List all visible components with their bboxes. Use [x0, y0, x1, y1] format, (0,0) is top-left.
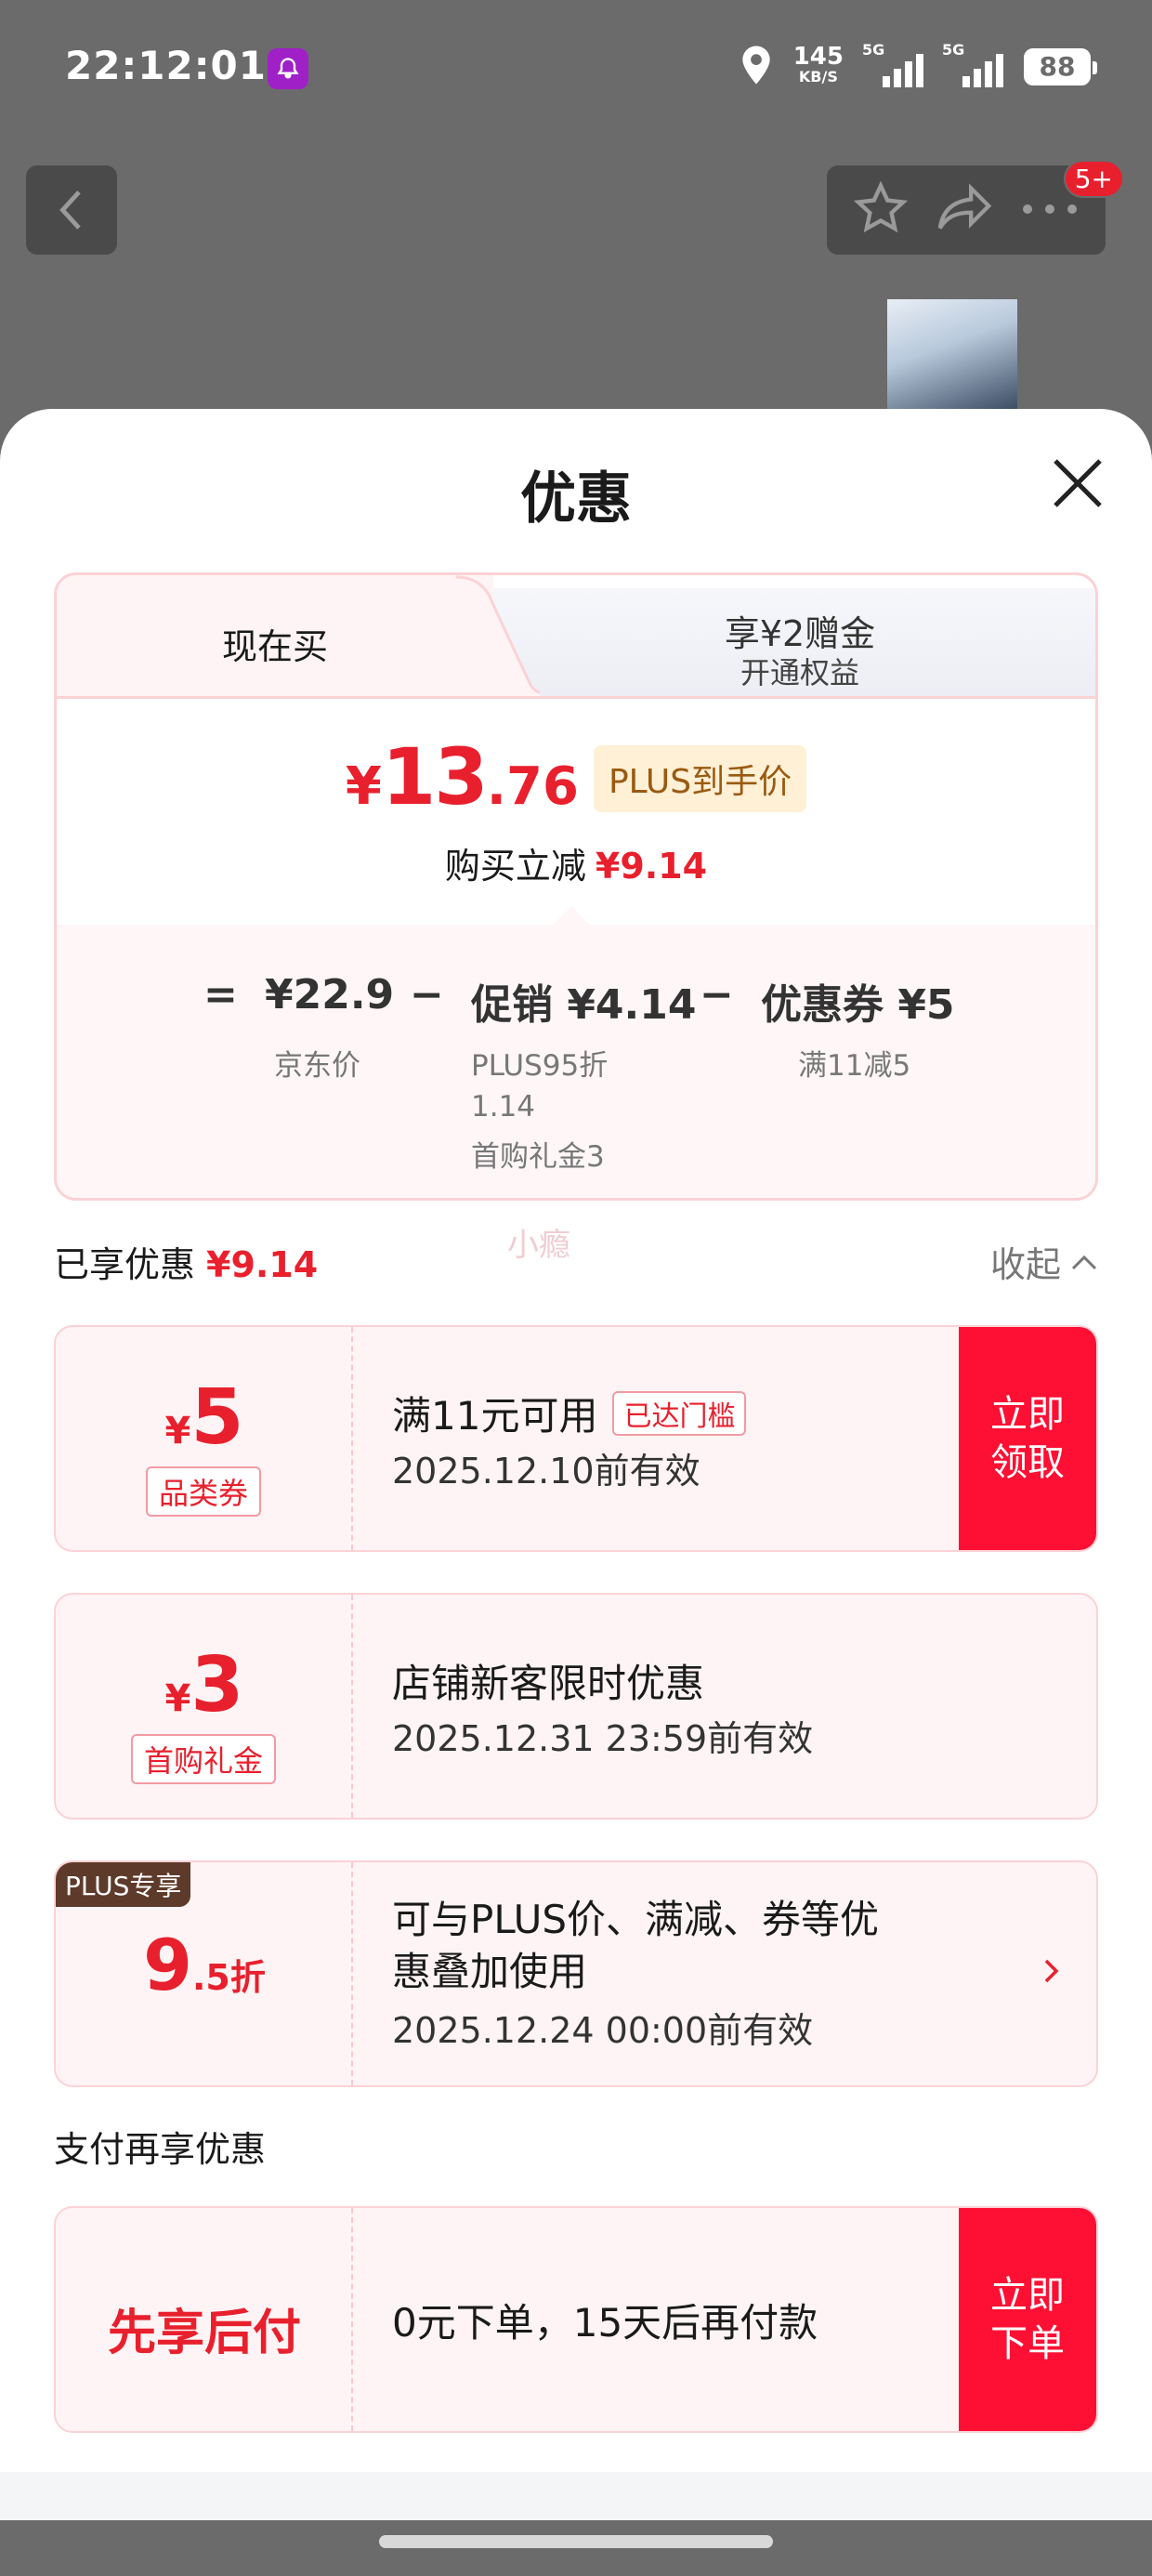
home-indicator[interactable] — [379, 2535, 773, 2548]
sheet-footer — [0, 2472, 1152, 2520]
plus-price-tag: PLUS到手价 — [593, 745, 807, 812]
system-nav-bar — [0, 2520, 1152, 2576]
close-icon — [1054, 459, 1102, 507]
pay-later-card: 先享后付 0元下单，15天后再付款 立即 下单 — [54, 2206, 1098, 2433]
jd-price: ¥22.9 — [265, 971, 395, 1019]
discount-sheet: 优惠 享¥2赠金 开通权益 现在买 ¥ 13 .76 PLUS到手价 购买立减 ¥… — [0, 409, 1152, 2576]
watermark: 小瘾 — [507, 1227, 570, 1264]
pay-later-desc: 0元下单，15天后再付款 — [392, 2300, 818, 2346]
final-price: ¥ 13 .76 PLUS到手价 — [57, 731, 1095, 823]
gift-validity: 2025.12.31 23:59前有效 — [392, 1718, 814, 1759]
chevron-up-icon — [1071, 1255, 1097, 1269]
price-card: 享¥2赠金 开通权益 现在买 ¥ 13 .76 PLUS到手价 购买立减 ¥9.1… — [54, 572, 1098, 1201]
promo-amount: 促销 ¥4.14 — [471, 981, 697, 1029]
plus-discount-card[interactable]: PLUS专享 9.5折 可与PLUS价、满减、券等优 惠叠加使用 2025.12.… — [54, 1860, 1098, 2087]
status-bar: 22:12:01 145 KB/S 5G 5G 88 — [0, 0, 1152, 139]
signal-5g-icon-2: 5G — [942, 41, 1003, 87]
gift-amount-3: ¥3 — [164, 1641, 244, 1729]
back-button[interactable] — [26, 165, 117, 255]
coupon-validity: 2025.12.10前有效 — [392, 1451, 700, 1492]
sheet-title: 优惠 — [520, 467, 632, 532]
tab-buy-now[interactable]: 现在买 — [57, 575, 540, 698]
claim-coupon-button[interactable]: 立即 领取 — [959, 1327, 1096, 1550]
enjoyed-discount: 已享优惠 ¥9.14 — [54, 1244, 319, 1285]
plus-exclusive-badge: PLUS专享 — [56, 1862, 191, 1907]
notification-bell-icon — [268, 48, 308, 89]
battery-indicator: 88 — [1024, 48, 1097, 85]
location-icon — [740, 45, 773, 89]
signal-5g-icon: 5G — [862, 41, 923, 87]
share-icon[interactable] — [936, 183, 993, 237]
threshold-reached-tag: 已达门槛 — [612, 1390, 747, 1436]
plus-discount-desc: 可与PLUS价、满减、券等优 惠叠加使用 — [392, 1897, 880, 1994]
category-coupon-card: ¥5 品类券 满11元可用 已达门槛 2025.12.10前有效 立即 领取 — [54, 1325, 1098, 1552]
top-actions: 5+ — [827, 160, 1124, 255]
chevron-left-icon — [59, 191, 81, 230]
more-options-icon[interactable] — [1020, 202, 1080, 219]
gift-title: 店铺新客限时优惠 — [392, 1661, 705, 1706]
tab-plus-benefit[interactable]: 享¥2赠金 开通权益 — [493, 588, 1095, 698]
plus-discount-rate: 9.5折 — [143, 1924, 266, 2006]
net-speed: 145 KB/S — [792, 43, 844, 85]
order-now-button[interactable]: 立即 下单 — [959, 2208, 1096, 2431]
product-thumbnail — [887, 299, 1017, 420]
plus-discount-validity: 2025.12.24 00:00前有效 — [392, 2010, 814, 2051]
close-button[interactable] — [1050, 455, 1106, 511]
coupon-type-tag: 品类券 — [145, 1466, 262, 1517]
coupon-amount: 优惠券 ¥5 — [761, 981, 955, 1029]
status-time: 22:12:01 — [65, 43, 267, 88]
price-breakdown: = ¥22.9 − 促销 ¥4.14 − 优惠券 ¥5 京东价 PLUS95折 … — [57, 925, 1095, 1198]
payment-section-title: 支付再享优惠 — [54, 2129, 267, 2170]
coupon-amount-5: ¥5 — [164, 1373, 244, 1462]
favorite-star-icon[interactable] — [853, 180, 909, 239]
chevron-right-icon — [1042, 1955, 1061, 1991]
gift-type-tag: 首购礼金 — [130, 1734, 277, 1784]
collapse-button[interactable]: 收起 — [990, 1236, 1098, 1287]
coupon-condition: 满11元可用 已达门槛 — [392, 1385, 747, 1441]
pay-later-name: 先享后付 — [107, 2306, 301, 2361]
instant-reduction: 购买立减 ¥9.14 — [444, 846, 708, 887]
message-badge: 5+ — [1063, 160, 1124, 198]
first-purchase-gift-card: ¥3 首购礼金 店铺新客限时优惠 2025.12.31 23:59前有效 — [54, 1593, 1098, 1820]
